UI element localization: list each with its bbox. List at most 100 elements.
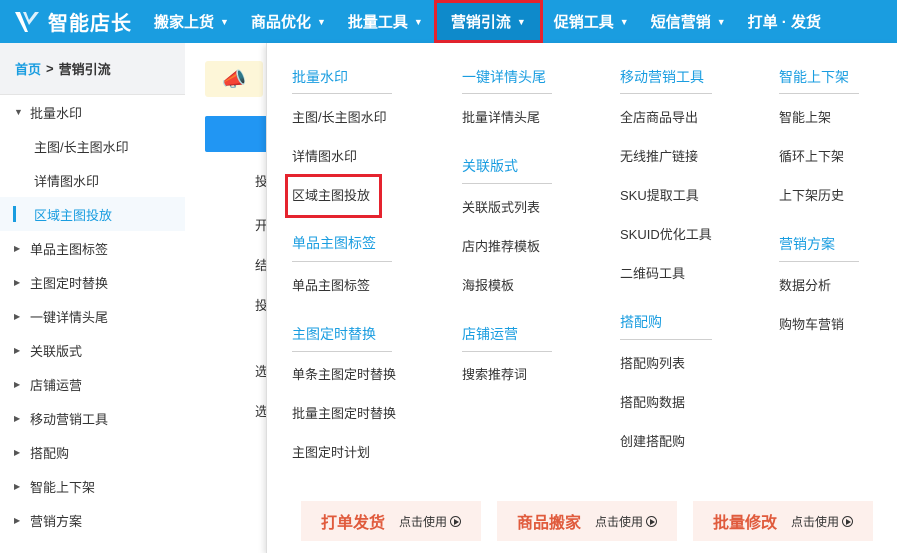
sidebar-item-marketing-plan[interactable]: ▶ 营销方案 [0,503,185,537]
sidebar-item-shop-operation[interactable]: ▶ 店铺运营 [0,367,185,401]
menu-divider [620,93,712,94]
sidebar: 首页 > 营销引流 ▼ 批量水印 主图/长主图水印 详情图水印 区域主图投放 ▶ 单… [0,43,185,553]
menu-link-batch-head-tail[interactable]: 批量详情头尾 [462,107,540,126]
menu-link-single-tag[interactable]: 单品主图标签 [292,275,370,294]
menu-link-layout-list[interactable]: 关联版式列表 [462,197,540,216]
sidebar-item-label: 营销方案 [30,513,83,529]
logo[interactable]: 智能店长 [12,0,132,43]
nav-item-move-goods[interactable]: 搬家上货 ▼ [143,0,240,43]
nav-item-marketing[interactable]: 营销引流 ▼ [433,0,543,43]
megaphone-icon: 📣 [205,61,263,97]
sidebar-subitem-label: 区域主图投放 [34,207,113,223]
menu-link-bundle-data[interactable]: 搭配购数据 [620,392,685,411]
menu-link-listing-history[interactable]: 上下架历史 [779,185,844,204]
play-circle-icon [646,515,658,527]
promo-action-label: 点击使用 [399,514,448,529]
promo-action-label: 点击使用 [791,514,840,529]
triangle-right-icon: ▶ [14,243,21,253]
caret-down-icon: ▼ [220,16,229,27]
nav-item-sms-marketing[interactable]: 短信营销 ▼ [640,0,737,43]
menu-divider [620,339,712,340]
sidebar-item-smart-listing[interactable]: ▶ 智能上下架 [0,469,185,503]
menu-section-title: 关联版式 [462,158,518,174]
menu-link-main-watermark[interactable]: 主图/长主图水印 [292,107,387,126]
promo-move-goods-button[interactable]: 商品搬家 点击使用 [497,501,677,541]
menu-link-single-timed-replace[interactable]: 单条主图定时替换 [292,364,396,383]
nav-item-print-ship[interactable]: 打单 · 发货 [737,0,832,43]
menu-link-sku-extract[interactable]: SKU提取工具 [620,185,699,204]
sidebar-item-single-tag[interactable]: ▶ 单品主图标签 [0,231,185,265]
main-tab[interactable] [205,116,275,152]
caret-down-icon: ▼ [516,16,526,27]
caret-down-icon: ▼ [413,16,423,27]
sidebar-item-batch-watermark[interactable]: ▼ 批量水印 [0,95,185,129]
menu-link-timed-plan[interactable]: 主图定时计划 [292,442,370,461]
menu-link-cart-marketing[interactable]: 购物车营销 [779,314,844,333]
sidebar-item-label: 搭配购 [30,445,70,461]
nav-label: 打单 · 发货 [747,14,821,31]
sidebar-item-mobile-marketing[interactable]: ▶ 移动营销工具 [0,401,185,435]
highlight-box [285,174,382,218]
sidebar-item-label: 移动营销工具 [30,411,109,427]
menu-link-detail-watermark[interactable]: 详情图水印 [292,146,357,165]
promo-action: 点击使用 [791,513,854,530]
menu-section-title: 智能上下架 [779,69,849,85]
menu-section-title: 批量水印 [292,69,348,85]
sidebar-subitem-region-delivery[interactable]: 区域主图投放 [0,197,185,231]
sidebar-item-label: 主图定时替换 [30,275,109,291]
nav-item-goods-optimize[interactable]: 商品优化 ▼ [240,0,337,43]
sidebar-item-timed-replace[interactable]: ▶ 主图定时替换 [0,265,185,299]
menu-link-batch-timed-replace[interactable]: 批量主图定时替换 [292,403,396,422]
menu-link-skuid-optimize[interactable]: SKUID优化工具 [620,224,712,243]
triangle-right-icon: ▶ [14,277,21,287]
nav-item-promotion-tools[interactable]: 促销工具 ▼ [543,0,640,43]
sidebar-item-label: 批量水印 [30,105,83,121]
nav-item-batch-tools[interactable]: 批量工具 ▼ [337,0,434,43]
caret-down-icon: ▼ [716,16,726,27]
menu-link-bundle-list[interactable]: 搭配购列表 [620,353,685,372]
menu-section-title: 搭配购 [620,314,662,330]
menu-link-poster-template[interactable]: 海报模板 [462,275,514,294]
logo-icon [15,11,39,32]
menu-section-title: 一键详情头尾 [462,69,546,85]
menu-link-create-bundle[interactable]: 创建搭配购 [620,431,685,450]
promo-batch-edit-button[interactable]: 批量修改 点击使用 [693,501,873,541]
triangle-down-icon: ▼ [14,107,23,117]
menu-link-cycle-listing[interactable]: 循环上下架 [779,146,844,165]
breadcrumb-home[interactable]: 首页 [15,59,41,78]
menu-link-shop-recommend[interactable]: 店内推荐模板 [462,236,540,255]
promo-action: 点击使用 [399,513,462,530]
sidebar-subitem-label: 详情图水印 [34,173,100,189]
caret-down-icon: ▼ [316,16,326,27]
menu-link-data-analysis[interactable]: 数据分析 [779,275,831,294]
promo-action-label: 点击使用 [595,514,644,529]
menu-link-smart-listing[interactable]: 智能上架 [779,107,831,126]
sidebar-item-bundle-purchase[interactable]: ▶ 搭配购 [0,435,185,469]
menu-link-qrcode[interactable]: 二维码工具 [620,263,685,282]
main-nav: 搬家上货 ▼ 商品优化 ▼ 批量工具 ▼ 营销引流 ▼ 促销工具 ▼ 短信营销 ▼ 打单 ·… [143,0,832,43]
menu-section-title: 营销方案 [779,236,835,252]
sidebar-item-detail-head-tail[interactable]: ▶ 一键详情头尾 [0,299,185,333]
sidebar-item-label: 智能上下架 [30,479,96,495]
nav-label: 批量工具 [347,14,408,31]
menu-section-title: 单品主图标签 [292,235,376,251]
nav-label: 促销工具 [553,14,614,31]
triangle-right-icon: ▶ [14,379,21,389]
nav-label: 短信营销 [650,14,711,31]
menu-link-search-words[interactable]: 搜索推荐词 [462,364,527,383]
sidebar-subitem-main-watermark[interactable]: 主图/长主图水印 [0,129,185,163]
sidebar-item-related-layout[interactable]: ▶ 关联版式 [0,333,185,367]
sidebar-item-label: 单品主图标签 [30,241,109,257]
nav-label: 商品优化 [250,14,311,31]
play-circle-icon [450,515,462,527]
sidebar-subitem-detail-watermark[interactable]: 详情图水印 [0,163,185,197]
menu-link-export-goods[interactable]: 全店商品导出 [620,107,698,126]
menu-link-wireless-promo[interactable]: 无线推广链接 [620,146,698,165]
triangle-right-icon: ▶ [14,345,21,355]
sidebar-menu: ▼ 批量水印 主图/长主图水印 详情图水印 区域主图投放 ▶ 单品主图标签 ▶ 主图定… [0,95,185,537]
promo-title: 批量修改 [712,515,777,532]
promo-print-ship-button[interactable]: 打单发货 点击使用 [301,501,481,541]
breadcrumb-separator: > [46,61,54,76]
menu-divider [779,93,859,94]
nav-label: 搬家上货 [154,14,215,31]
